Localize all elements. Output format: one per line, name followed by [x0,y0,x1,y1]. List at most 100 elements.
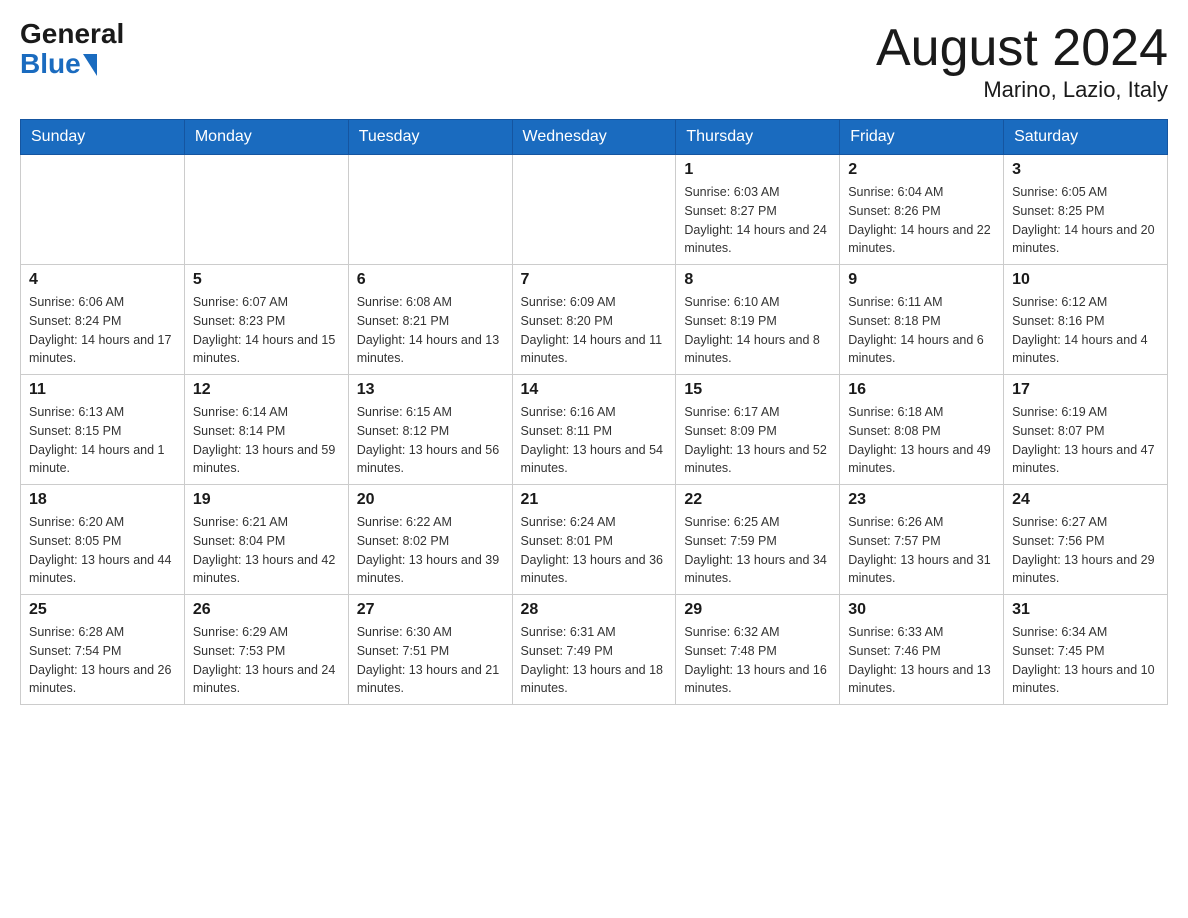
calendar-day-cell: 7 Sunrise: 6:09 AM Sunset: 8:20 PM Daylig… [512,265,676,375]
page-header: General Blue August 2024 Marino, Lazio, … [20,20,1168,103]
day-info: Sunrise: 6:09 AM Sunset: 8:20 PM Dayligh… [521,293,668,368]
day-number: 29 [684,601,831,619]
day-number: 4 [29,271,176,289]
calendar-day-cell: 5 Sunrise: 6:07 AM Sunset: 8:23 PM Daylig… [184,265,348,375]
day-info: Sunrise: 6:17 AM Sunset: 8:09 PM Dayligh… [684,403,831,478]
day-info: Sunrise: 6:06 AM Sunset: 8:24 PM Dayligh… [29,293,176,368]
day-info: Sunrise: 6:12 AM Sunset: 8:16 PM Dayligh… [1012,293,1159,368]
calendar-day-cell: 19 Sunrise: 6:21 AM Sunset: 8:04 PM Dayli… [184,485,348,595]
calendar-day-cell: 12 Sunrise: 6:14 AM Sunset: 8:14 PM Dayli… [184,375,348,485]
calendar-day-cell: 25Sunrise: 6:28 AM Sunset: 7:54 PM Dayli… [21,595,185,705]
calendar-day-cell: 4 Sunrise: 6:06 AM Sunset: 8:24 PM Daylig… [21,265,185,375]
calendar-day-cell: 24 Sunrise: 6:27 AM Sunset: 7:56 PM Dayli… [1004,485,1168,595]
day-number: 15 [684,381,831,399]
title-block: August 2024 Marino, Lazio, Italy [876,20,1168,103]
logo-general-text: General [20,20,124,48]
day-of-week-header: Thursday [676,120,840,155]
day-info: Sunrise: 6:20 AM Sunset: 8:05 PM Dayligh… [29,513,176,588]
location-subtitle: Marino, Lazio, Italy [876,77,1168,103]
calendar-day-cell: 6 Sunrise: 6:08 AM Sunset: 8:21 PM Daylig… [348,265,512,375]
day-number: 30 [848,601,995,619]
calendar-day-cell: 28 Sunrise: 6:31 AM Sunset: 7:49 PM Dayli… [512,595,676,705]
day-info: Sunrise: 6:31 AM Sunset: 7:49 PM Dayligh… [521,623,668,698]
logo-blue-text: Blue [20,48,81,80]
day-number: 20 [357,491,504,509]
day-number: 16 [848,381,995,399]
calendar-week-row: 18 Sunrise: 6:20 AM Sunset: 8:05 PM Dayli… [21,485,1168,595]
calendar-day-cell: 17Sunrise: 6:19 AM Sunset: 8:07 PM Dayli… [1004,375,1168,485]
day-info: Sunrise: 6:21 AM Sunset: 8:04 PM Dayligh… [193,513,340,588]
calendar-header-row: SundayMondayTuesdayWednesdayThursdayFrid… [21,120,1168,155]
day-of-week-header: Monday [184,120,348,155]
day-info: Sunrise: 6:07 AM Sunset: 8:23 PM Dayligh… [193,293,340,368]
day-number: 3 [1012,161,1159,179]
day-number: 1 [684,161,831,179]
calendar-day-cell: 14Sunrise: 6:16 AM Sunset: 8:11 PM Dayli… [512,375,676,485]
day-number: 19 [193,491,340,509]
day-info: Sunrise: 6:18 AM Sunset: 8:08 PM Dayligh… [848,403,995,478]
calendar-day-cell: 13 Sunrise: 6:15 AM Sunset: 8:12 PM Dayli… [348,375,512,485]
calendar-table: SundayMondayTuesdayWednesdayThursdayFrid… [20,119,1168,705]
day-info: Sunrise: 6:27 AM Sunset: 7:56 PM Dayligh… [1012,513,1159,588]
day-info: Sunrise: 6:22 AM Sunset: 8:02 PM Dayligh… [357,513,504,588]
day-info: Sunrise: 6:15 AM Sunset: 8:12 PM Dayligh… [357,403,504,478]
calendar-week-row: 25Sunrise: 6:28 AM Sunset: 7:54 PM Dayli… [21,595,1168,705]
day-info: Sunrise: 6:08 AM Sunset: 8:21 PM Dayligh… [357,293,504,368]
day-info: Sunrise: 6:05 AM Sunset: 8:25 PM Dayligh… [1012,183,1159,258]
day-info: Sunrise: 6:14 AM Sunset: 8:14 PM Dayligh… [193,403,340,478]
day-info: Sunrise: 6:24 AM Sunset: 8:01 PM Dayligh… [521,513,668,588]
calendar-day-cell: 15 Sunrise: 6:17 AM Sunset: 8:09 PM Dayli… [676,375,840,485]
day-info: Sunrise: 6:30 AM Sunset: 7:51 PM Dayligh… [357,623,504,698]
day-info: Sunrise: 6:33 AM Sunset: 7:46 PM Dayligh… [848,623,995,698]
calendar-day-cell: 8 Sunrise: 6:10 AM Sunset: 8:19 PM Daylig… [676,265,840,375]
day-info: Sunrise: 6:25 AM Sunset: 7:59 PM Dayligh… [684,513,831,588]
day-number: 18 [29,491,176,509]
day-info: Sunrise: 6:04 AM Sunset: 8:26 PM Dayligh… [848,183,995,258]
day-number: 5 [193,271,340,289]
day-info: Sunrise: 6:34 AM Sunset: 7:45 PM Dayligh… [1012,623,1159,698]
calendar-day-cell: 30 Sunrise: 6:33 AM Sunset: 7:46 PM Dayli… [840,595,1004,705]
day-info: Sunrise: 6:26 AM Sunset: 7:57 PM Dayligh… [848,513,995,588]
calendar-day-cell: 29 Sunrise: 6:32 AM Sunset: 7:48 PM Dayli… [676,595,840,705]
calendar-day-cell: 23Sunrise: 6:26 AM Sunset: 7:57 PM Dayli… [840,485,1004,595]
calendar-day-cell: 2 Sunrise: 6:04 AM Sunset: 8:26 PM Daylig… [840,155,1004,265]
calendar-day-cell: 22 Sunrise: 6:25 AM Sunset: 7:59 PM Dayli… [676,485,840,595]
calendar-day-cell: 27 Sunrise: 6:30 AM Sunset: 7:51 PM Dayli… [348,595,512,705]
day-of-week-header: Saturday [1004,120,1168,155]
day-number: 8 [684,271,831,289]
day-number: 7 [521,271,668,289]
calendar-day-cell: 3 Sunrise: 6:05 AM Sunset: 8:25 PM Daylig… [1004,155,1168,265]
day-of-week-header: Wednesday [512,120,676,155]
calendar-day-cell: 10 Sunrise: 6:12 AM Sunset: 8:16 PM Dayli… [1004,265,1168,375]
day-info: Sunrise: 6:10 AM Sunset: 8:19 PM Dayligh… [684,293,831,368]
calendar-day-cell: 1Sunrise: 6:03 AM Sunset: 8:27 PM Daylig… [676,155,840,265]
day-number: 28 [521,601,668,619]
day-number: 2 [848,161,995,179]
calendar-day-cell: 21 Sunrise: 6:24 AM Sunset: 8:01 PM Dayli… [512,485,676,595]
day-info: Sunrise: 6:11 AM Sunset: 8:18 PM Dayligh… [848,293,995,368]
calendar-day-cell: 31Sunrise: 6:34 AM Sunset: 7:45 PM Dayli… [1004,595,1168,705]
day-of-week-header: Tuesday [348,120,512,155]
calendar-day-cell [348,155,512,265]
day-number: 24 [1012,491,1159,509]
day-number: 6 [357,271,504,289]
day-number: 13 [357,381,504,399]
month-year-title: August 2024 [876,20,1168,77]
day-info: Sunrise: 6:32 AM Sunset: 7:48 PM Dayligh… [684,623,831,698]
calendar-day-cell [184,155,348,265]
day-number: 12 [193,381,340,399]
day-number: 10 [1012,271,1159,289]
calendar-day-cell: 11 Sunrise: 6:13 AM Sunset: 8:15 PM Dayli… [21,375,185,485]
calendar-day-cell [512,155,676,265]
calendar-day-cell: 20 Sunrise: 6:22 AM Sunset: 8:02 PM Dayli… [348,485,512,595]
day-number: 11 [29,381,176,399]
day-of-week-header: Sunday [21,120,185,155]
calendar-week-row: 11 Sunrise: 6:13 AM Sunset: 8:15 PM Dayli… [21,375,1168,485]
day-info: Sunrise: 6:29 AM Sunset: 7:53 PM Dayligh… [193,623,340,698]
day-info: Sunrise: 6:19 AM Sunset: 8:07 PM Dayligh… [1012,403,1159,478]
day-info: Sunrise: 6:13 AM Sunset: 8:15 PM Dayligh… [29,403,176,478]
day-number: 21 [521,491,668,509]
day-number: 14 [521,381,668,399]
day-number: 22 [684,491,831,509]
day-number: 27 [357,601,504,619]
